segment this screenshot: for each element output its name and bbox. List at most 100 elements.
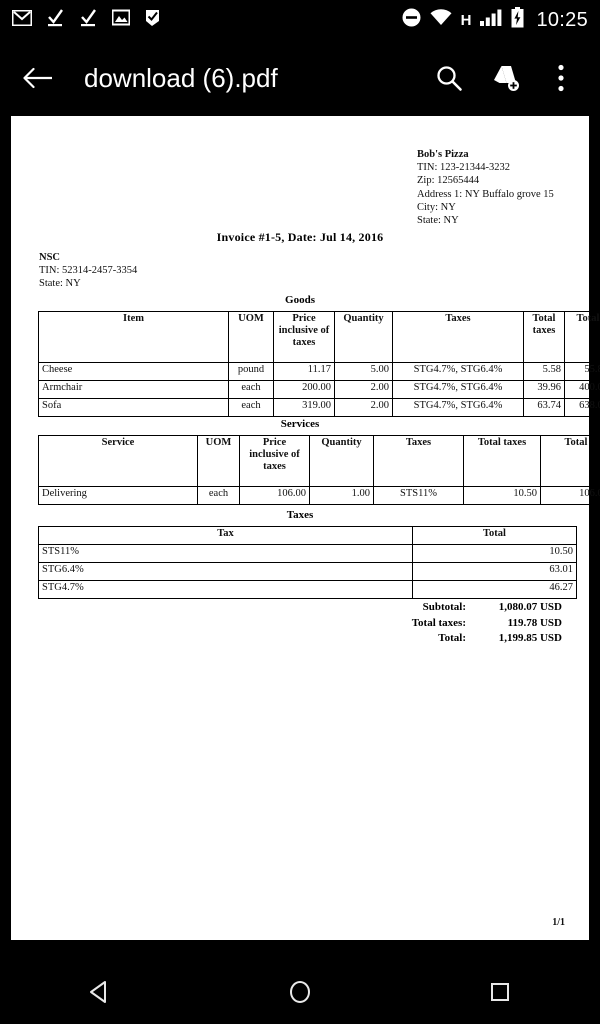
services-header-taxes: Taxes: [373, 435, 464, 487]
goods-cell-quantity: 2.00: [334, 380, 393, 399]
wifi-icon: [430, 9, 452, 31]
android-screen: H 10:25 download (6).pdf Bob's Pizza TIN…: [0, 0, 600, 1024]
table-row: Delivering each 106.00 1.00 STS11% 10.50…: [38, 486, 600, 505]
services-header-total-taxes: Total taxes: [463, 435, 541, 487]
subtotal-value: 1,080.07 USD: [498, 601, 562, 613]
status-bar-clock: 10:25: [536, 8, 588, 31]
goods-header-item: Item: [38, 311, 229, 363]
buyer-state: State: NY: [39, 278, 81, 290]
goods-cell-uom: each: [228, 398, 274, 417]
more-options-button[interactable]: [538, 55, 584, 101]
table-header-row: Tax Total: [38, 526, 577, 545]
taxes-cell-name: STG6.4%: [38, 562, 413, 581]
table-header-row: Item UOM Price inclusive of taxes Quanti…: [38, 311, 600, 363]
task-complete-icon: [144, 9, 161, 32]
arrow-left-icon: [23, 67, 52, 89]
goods-cell-taxes: STG4.7%, STG6.4%: [392, 380, 524, 399]
download-complete-icon: [79, 8, 98, 32]
totals-row-subtotal: Subtotal: 1,080.07 USD: [412, 600, 562, 616]
triangle-back-icon: [90, 981, 106, 1003]
page-indicator: 1/1: [552, 917, 565, 928]
table-row: STS11% 10.50: [38, 544, 577, 563]
nav-back-button[interactable]: [60, 960, 140, 1024]
pdf-viewer[interactable]: Bob's Pizza TIN: 123-21344-3232 Zip: 125…: [0, 116, 600, 960]
pdf-page[interactable]: Bob's Pizza TIN: 123-21344-3232 Zip: 125…: [11, 116, 600, 940]
status-bar-notification-icons: [11, 8, 175, 32]
seller-city: City: NY: [417, 201, 456, 213]
goods-cell-price: 200.00: [273, 380, 335, 399]
goods-header-taxes: Taxes: [392, 311, 524, 363]
status-bar-system-icons: H 10:25: [393, 7, 588, 33]
more-vertical-icon: [558, 64, 564, 92]
goods-cell-item: Sofa: [38, 398, 229, 417]
taxes-caption: Taxes: [286, 509, 314, 521]
system-navigation-bar: [0, 960, 600, 1024]
goods-cell-total-taxes: 39.96: [523, 380, 565, 399]
services-header-service: Service: [38, 435, 198, 487]
network-type-label: H: [460, 11, 472, 29]
invoice-title: Invoice #1-5, Date: Jul 14, 2016: [216, 230, 384, 244]
totals-row-total-taxes: Total taxes: 119.78 USD: [412, 616, 562, 632]
goods-cell-taxes: STG4.7%, STG6.4%: [392, 362, 524, 381]
back-button[interactable]: [16, 56, 60, 100]
circle-home-icon: [290, 981, 310, 1003]
signal-bars-icon: [480, 9, 502, 31]
services-cell-uom: each: [197, 486, 240, 505]
goods-header-total: Total: [564, 311, 600, 363]
taxes-cell-total: 46.27: [412, 580, 577, 599]
services-cell-total: 106.00: [540, 486, 600, 505]
buyer-name: NSC: [39, 252, 61, 263]
search-button[interactable]: [426, 55, 472, 101]
goods-header-quantity: Quantity: [334, 311, 393, 363]
services-table: Service UOM Price inclusive of taxes Qua…: [38, 435, 600, 505]
taxes-cell-name: STG4.7%: [38, 580, 413, 599]
gmail-icon: [11, 9, 33, 31]
nav-home-button[interactable]: [260, 960, 340, 1024]
services-cell-price: 106.00: [239, 486, 310, 505]
services-header-quantity: Quantity: [309, 435, 374, 487]
seller-address: Address 1: NY Buffalo grove 15: [417, 188, 554, 200]
goods-cell-price: 319.00: [273, 398, 335, 417]
taxes-cell-total: 10.50: [412, 544, 577, 563]
services-cell-taxes: STS11%: [373, 486, 464, 505]
totals-row-total: Total: 1,199.85 USD: [412, 631, 562, 647]
goods-header-total-taxes: Total taxes: [523, 311, 565, 363]
goods-table: Item UOM Price inclusive of taxes Quanti…: [38, 311, 600, 417]
table-row: Cheese pound 11.17 5.00 STG4.7%, STG6.4%…: [38, 362, 600, 381]
seller-zip: Zip: 12565444: [417, 175, 480, 187]
total-taxes-value: 119.78 USD: [507, 616, 562, 629]
table-row: STG6.4% 63.01: [38, 562, 577, 581]
goods-cell-total: 638.00: [564, 398, 600, 417]
goods-cell-price: 11.17: [273, 362, 335, 381]
nav-recents-button[interactable]: [460, 960, 540, 1024]
taxes-header-total: Total: [412, 526, 577, 545]
services-header-total: Total: [540, 435, 600, 487]
goods-cell-total-taxes: 5.58: [523, 362, 565, 381]
image-icon: [111, 9, 131, 31]
goods-cell-total-taxes: 63.74: [523, 398, 565, 417]
goods-header-uom: UOM: [228, 311, 274, 363]
seller-state: State: NY: [417, 215, 459, 227]
taxes-cell-name: STS11%: [38, 544, 413, 563]
goods-cell-uom: pound: [228, 362, 274, 381]
goods-cell-total: 55.85: [564, 362, 600, 381]
taxes-cell-total: 63.01: [412, 562, 577, 581]
goods-caption: Goods: [285, 294, 315, 306]
taxes-table: Tax Total STS11% 10.50 STG6.4% 63.01 STG…: [38, 526, 577, 599]
table-header-row: Service UOM Price inclusive of taxes Qua…: [38, 435, 600, 487]
save-to-drive-button[interactable]: [482, 55, 528, 101]
table-row: Sofa each 319.00 2.00 STG4.7%, STG6.4% 6…: [38, 398, 600, 417]
goods-header-price: Price inclusive of taxes: [273, 311, 335, 363]
totals-block: Subtotal: 1,080.07 USD Total taxes: 119.…: [412, 600, 562, 647]
table-row: Armchair each 200.00 2.00 STG4.7%, STG6.…: [38, 380, 600, 399]
square-recents-icon: [491, 983, 509, 1001]
taxes-header-tax: Tax: [38, 526, 413, 545]
goods-cell-taxes: STG4.7%, STG6.4%: [392, 398, 524, 417]
goods-cell-total: 400.00: [564, 380, 600, 399]
goods-cell-uom: each: [228, 380, 274, 399]
app-bar-actions: [416, 55, 584, 101]
services-caption: Services: [280, 418, 320, 430]
status-bar: H 10:25: [0, 0, 600, 40]
goods-cell-item: Armchair: [38, 380, 229, 399]
goods-cell-quantity: 2.00: [334, 398, 393, 417]
